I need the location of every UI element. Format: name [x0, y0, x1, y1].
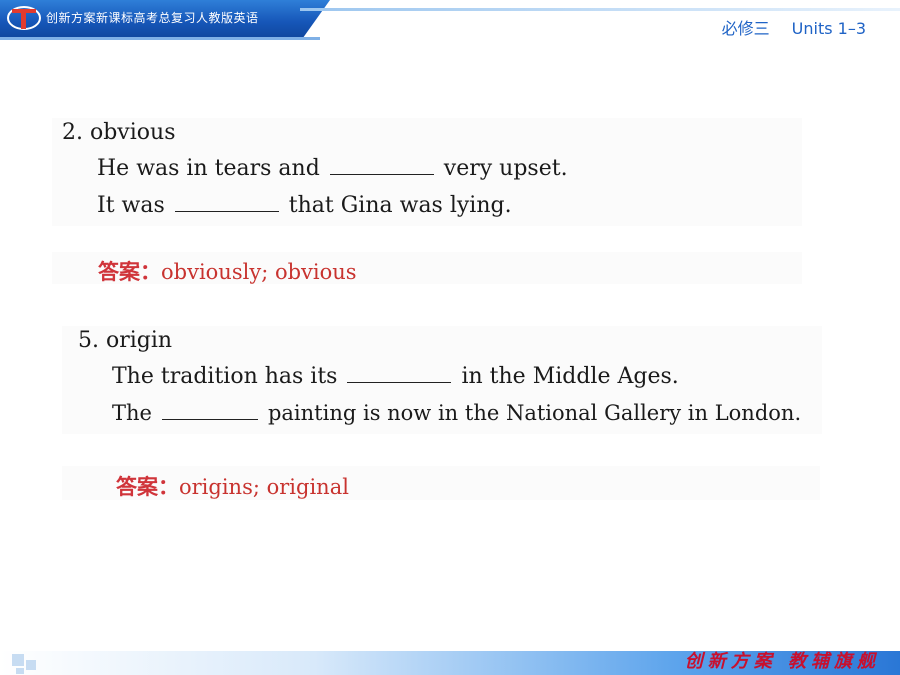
answer-line: 答案：obviously; obvious [98, 256, 357, 286]
answer-label: 答案： [116, 475, 179, 499]
sentence-text: painting is now in the National Gallery … [267, 401, 802, 425]
answer-blank [161, 418, 258, 420]
unit-info: 必修三 Units 1–3 [722, 15, 866, 39]
sentence: The tradition has its in the Middle Ages. [112, 364, 679, 389]
sentence-text: He was in tears and [97, 156, 320, 181]
answer-line: 答案：origins; original [116, 471, 349, 501]
publisher-logo-icon [7, 6, 41, 30]
sentence-text: in the Middle Ages. [461, 364, 679, 389]
sentence-text: The [112, 401, 152, 425]
answer-text: obviously; obvious [161, 260, 357, 284]
footer-slogan: 创新方案 教辅旗舰 [684, 651, 880, 672]
sentence-text: very upset. [443, 156, 568, 181]
exercise-block: 5. origin The tradition has its in the Mi… [62, 326, 822, 434]
exercise-head: 2. obvious [62, 120, 176, 145]
book-label: 必修三 [721, 19, 770, 38]
header-divider [300, 8, 900, 11]
units-label: Units 1–3 [791, 19, 866, 38]
answer-blank [347, 381, 452, 383]
answer-blank [174, 210, 279, 212]
answer-text: origins; original [179, 475, 349, 499]
sentence-text: It was [97, 193, 165, 218]
sentence: He was in tears and very upset. [97, 156, 568, 181]
answer-blank [329, 173, 434, 175]
exercise-head: 5. origin [78, 328, 173, 353]
series-title: 创新方案新课标高考总复习人教版英语 [46, 11, 259, 25]
sentence: It was that Gina was lying. [97, 193, 512, 218]
answer-label: 答案： [98, 260, 161, 284]
header-underline [0, 37, 320, 40]
sentence-text: The tradition has its [112, 364, 338, 389]
sentence: The painting is now in the National Galle… [112, 401, 801, 425]
exercise-block: 2. obvious He was in tears and very upset… [52, 118, 802, 226]
sentence-text: that Gina was lying. [288, 193, 512, 218]
